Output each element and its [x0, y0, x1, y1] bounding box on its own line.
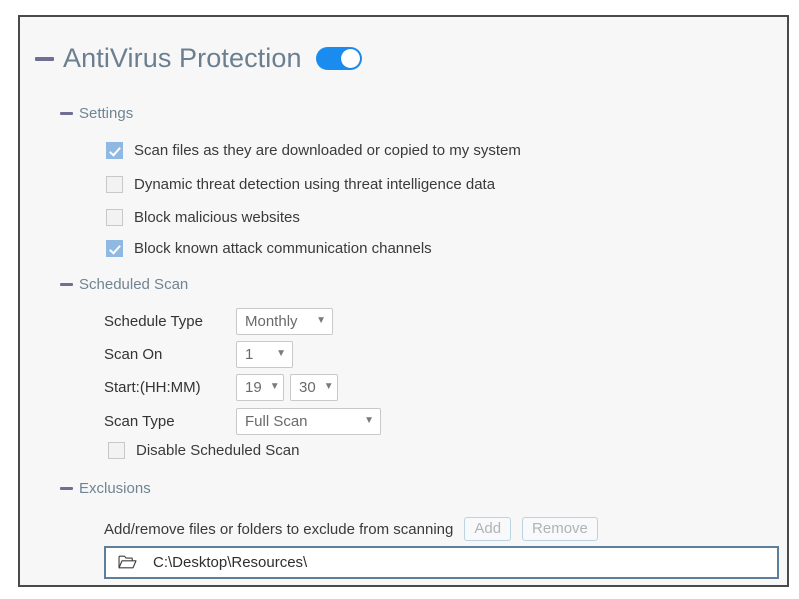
open-folder-icon: [118, 555, 137, 569]
start-minute-value: 30: [299, 378, 316, 396]
collapse-minus-icon-scheduled-scan[interactable]: [60, 283, 73, 286]
section-header-settings[interactable]: Settings: [60, 105, 133, 122]
checkbox-row[interactable]: Dynamic threat detection using threat in…: [106, 172, 495, 196]
checkbox-scan-files[interactable]: [106, 141, 123, 159]
scan-type-value: Full Scan: [245, 412, 308, 430]
antivirus-protection-header: AntiVirus Protection: [35, 43, 362, 74]
exclusion-path-field[interactable]: C:\Desktop\Resources\: [104, 546, 779, 579]
field-row-schedule-type: Schedule Type Monthly ▼: [104, 307, 333, 335]
schedule-type-dropdown[interactable]: Monthly ▼: [236, 307, 333, 335]
checkbox-disable-scheduled-scan[interactable]: [108, 441, 125, 459]
checkbox-block-malicious-websites[interactable]: [106, 208, 123, 226]
section-label-settings: Settings: [79, 105, 134, 122]
field-row-start-time: Start:(HH:MM) 19 ▼ 30 ▼: [104, 373, 338, 401]
section-label-scheduled-scan: Scheduled Scan: [79, 276, 189, 293]
field-label-start-time: Start:(HH:MM): [104, 378, 201, 396]
start-hour-dropdown[interactable]: 19 ▼: [236, 373, 284, 401]
scan-on-dropdown[interactable]: 1 ▼: [236, 340, 293, 368]
field-label-scan-type: Scan Type: [104, 412, 175, 430]
checkbox-row[interactable]: Block known attack communication channel…: [106, 236, 432, 260]
chevron-down-icon: ▼: [364, 415, 374, 426]
checkbox-row[interactable]: Block malicious websites: [106, 205, 300, 229]
section-header-scheduled-scan[interactable]: Scheduled Scan: [60, 276, 188, 293]
collapse-minus-icon-settings[interactable]: [60, 112, 73, 115]
start-hour-value: 19: [245, 378, 262, 396]
checkbox-label: Block known attack communication channel…: [134, 239, 432, 257]
chevron-down-icon: ▼: [269, 381, 280, 392]
schedule-type-value: Monthly: [245, 312, 298, 330]
scan-type-dropdown[interactable]: Full Scan ▼: [236, 407, 381, 435]
collapse-minus-icon[interactable]: [35, 56, 54, 61]
exclusion-path-value: C:\Desktop\Resources\: [153, 554, 308, 571]
page-title: AntiVirus Protection: [63, 43, 302, 73]
exclusions-controls: Add/remove files or folders to exclude f…: [104, 516, 598, 542]
antivirus-protection-panel: AntiVirus Protection Settings Scan files…: [18, 15, 789, 587]
section-header-exclusions[interactable]: Exclusions: [60, 480, 151, 497]
field-row-scan-type: Scan Type Full Scan ▼: [104, 407, 381, 435]
checkbox-row[interactable]: Disable Scheduled Scan: [108, 438, 299, 462]
toggle-knob: [340, 49, 360, 68]
chevron-down-icon: ▼: [323, 381, 334, 392]
checkbox-label: Scan files as they are downloaded or cop…: [134, 141, 521, 159]
checkbox-dynamic-threat-detection[interactable]: [106, 175, 123, 193]
chevron-down-icon: ▼: [276, 348, 286, 359]
start-minute-dropdown[interactable]: 30 ▼: [290, 373, 338, 401]
checkbox-label: Block malicious websites: [134, 208, 300, 226]
field-row-scan-on: Scan On 1 ▼: [104, 340, 293, 368]
checkbox-label: Dynamic threat detection using threat in…: [134, 175, 496, 193]
add-button[interactable]: Add: [464, 517, 512, 541]
checkbox-block-attack-channels[interactable]: [106, 239, 123, 257]
collapse-minus-icon-exclusions[interactable]: [60, 487, 73, 490]
checkbox-label: Disable Scheduled Scan: [136, 441, 300, 459]
field-label-schedule-type: Schedule Type: [104, 312, 203, 330]
remove-button[interactable]: Remove: [522, 517, 598, 541]
chevron-down-icon: ▼: [316, 315, 326, 326]
section-label-exclusions: Exclusions: [79, 480, 151, 497]
antivirus-protection-toggle[interactable]: [315, 47, 362, 70]
checkbox-row[interactable]: Scan files as they are downloaded or cop…: [106, 138, 521, 162]
field-label-scan-on: Scan On: [104, 345, 163, 363]
scan-on-value: 1: [245, 345, 254, 363]
exclusions-description: Add/remove files or folders to exclude f…: [104, 520, 454, 538]
